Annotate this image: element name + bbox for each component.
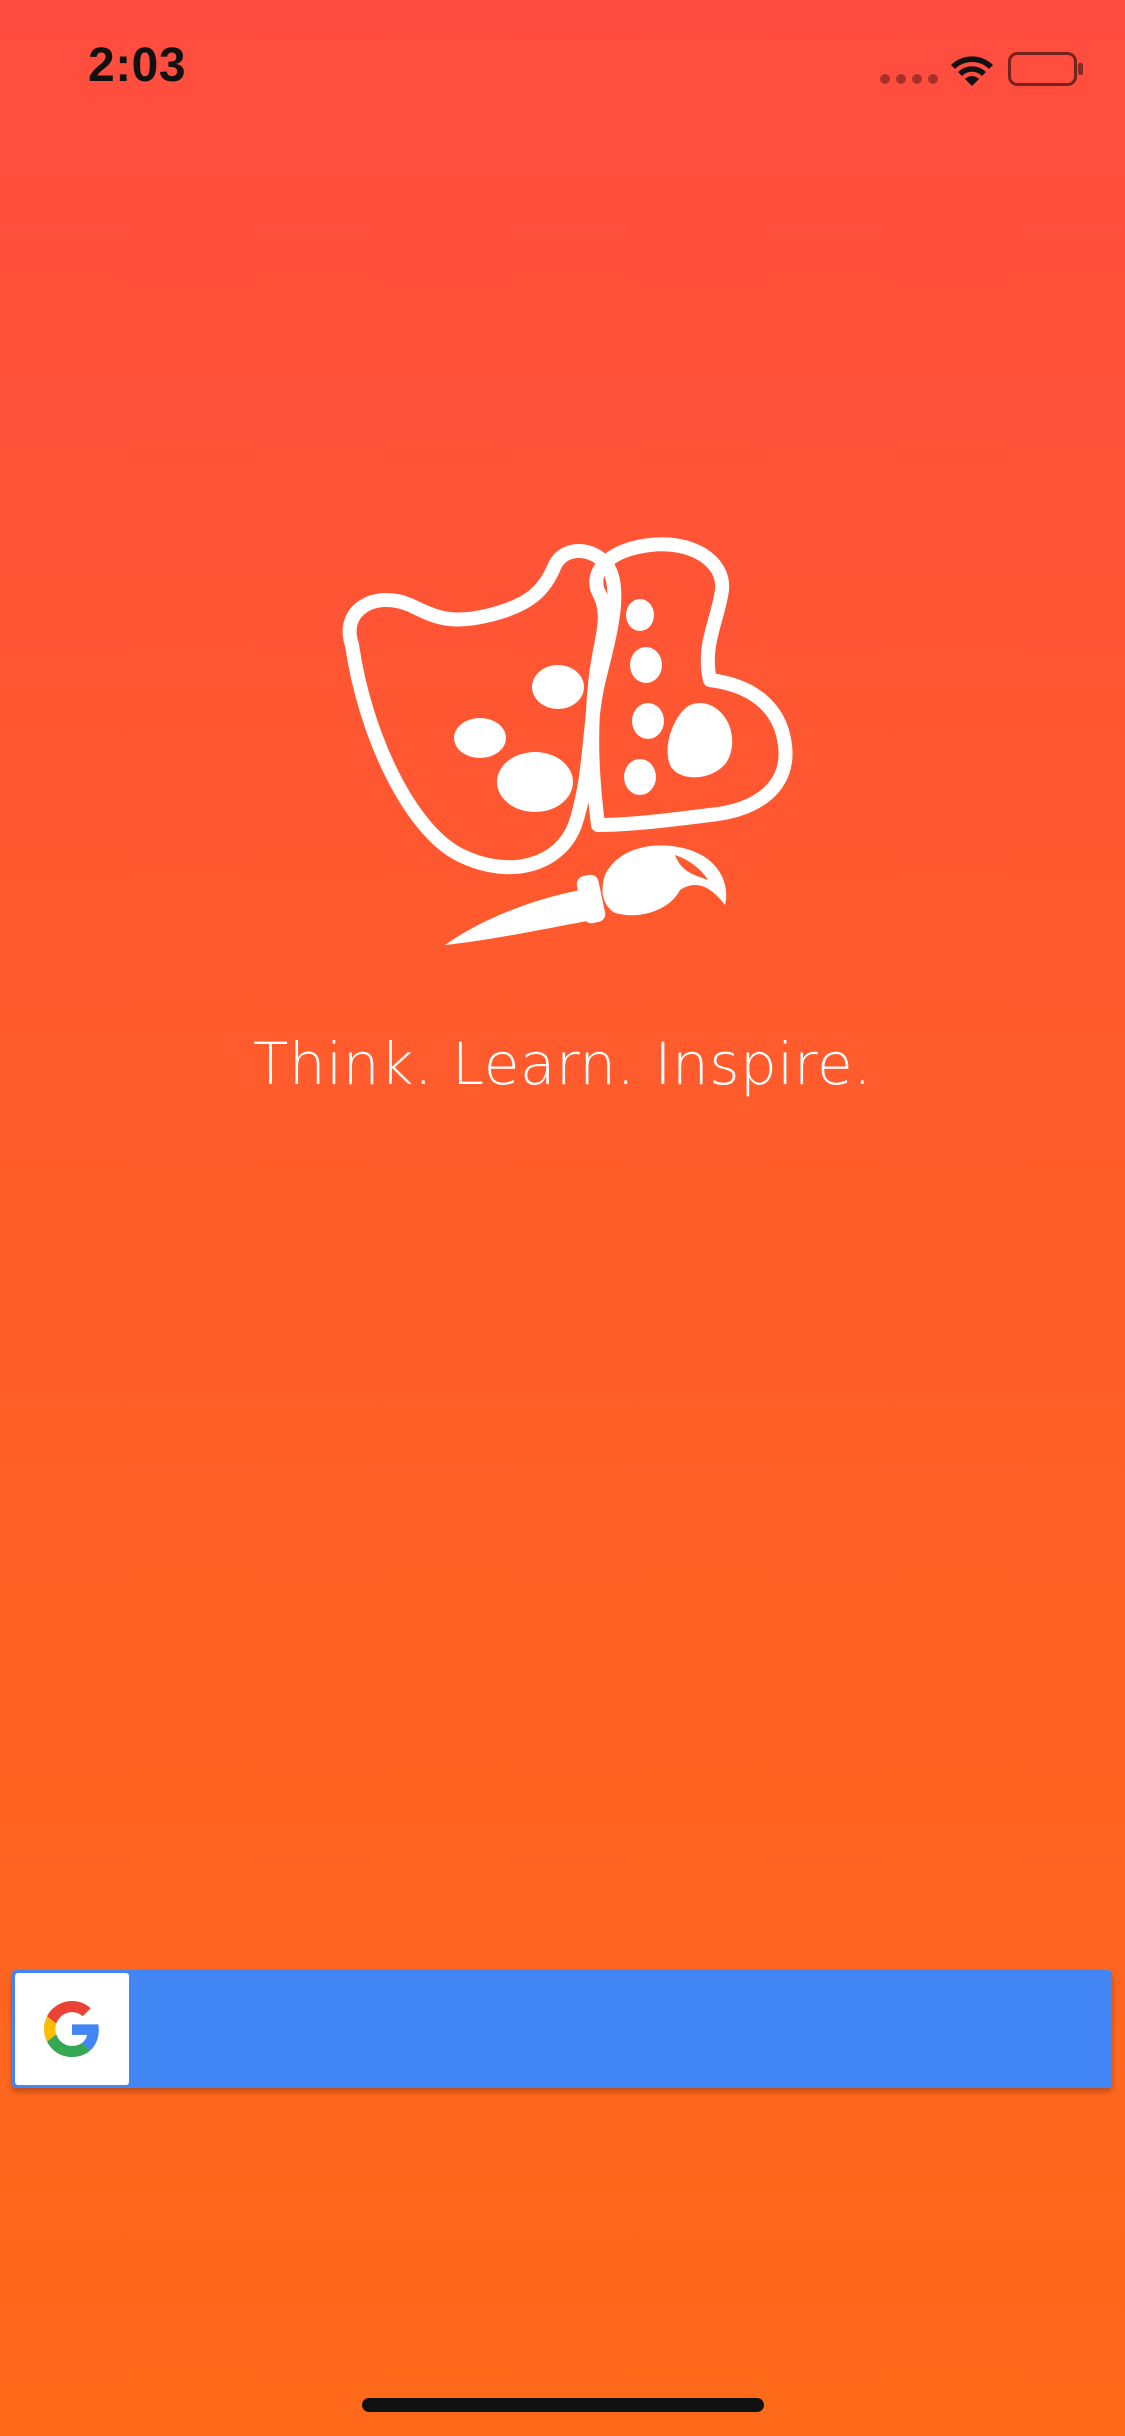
- google-g-icon: [44, 2001, 99, 2057]
- status-time: 2:03: [88, 39, 187, 92]
- tagline: Think. Learn. Inspire.: [252, 1030, 873, 1098]
- battery-icon: [1008, 52, 1083, 86]
- signal-icon: [880, 74, 938, 84]
- google-icon-box: [15, 1973, 129, 2085]
- palette-brush-logo: [342, 537, 793, 945]
- home-indicator[interactable]: [362, 2398, 764, 2412]
- google-sign-in-button[interactable]: [12, 1970, 1112, 2088]
- splash-screen: 2:03 Think. Learn. Inspire.: [0, 0, 1125, 2436]
- google-button-label: [129, 1973, 1109, 2085]
- wifi-icon: [951, 56, 993, 86]
